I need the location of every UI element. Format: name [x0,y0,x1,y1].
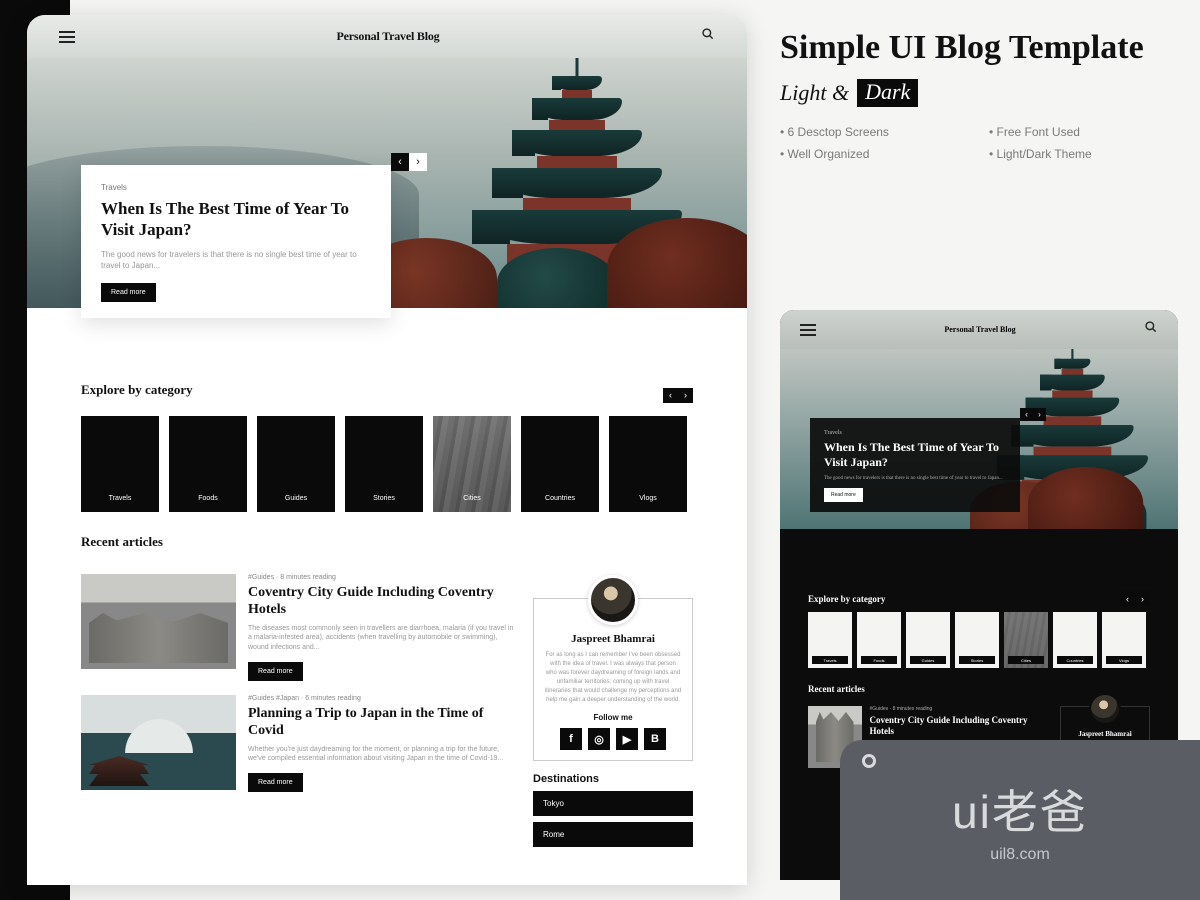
feature-item: Light/Dark Theme [989,147,1180,161]
hero-excerpt: The good news for travelers is that ther… [101,249,371,271]
hero-card: Travels When Is The Best Time of Year To… [81,165,391,318]
destination-item[interactable]: Tokyo [533,791,693,816]
article-title[interactable]: Planning a Trip to Japan in the Time of … [248,706,515,740]
hero-prev-button[interactable]: ‹ [391,153,409,171]
article-readmore-button[interactable]: Read more [248,662,303,681]
category-card-countries[interactable]: Countries [521,416,599,512]
hero-prev-button[interactable]: ‹ [1020,408,1033,421]
article-meta: #Guides #Japan · 6 minutes reading [248,695,515,702]
hero-next-button[interactable]: › [1033,408,1046,421]
article-title[interactable]: Coventry City Guide Including Coventry H… [248,585,515,619]
follow-label: Follow me [544,713,682,722]
feature-list: 6 Desctop Screens Free Font Used Well Or… [780,125,1180,161]
hero-title: When Is The Best Time of Year To Visit J… [101,198,371,241]
author-bio: For as long as I can remember I've been … [544,651,682,705]
feature-item: 6 Desctop Screens [780,125,971,139]
category-card-vlogs[interactable]: Vlogs [609,416,687,512]
hero-category: Travels [824,430,1006,436]
sidebar: Jaspreet Bhamrai For as long as I can re… [533,574,693,853]
search-icon[interactable] [1144,320,1158,339]
author-name: Jaspreet Bhamrai [1067,730,1143,738]
theme-dark-label: Dark [857,79,918,107]
explore-section: Explore by category ‹ › Travels Foods Gu… [27,368,747,512]
article-thumbnail[interactable] [81,574,236,669]
menu-icon[interactable] [59,31,75,43]
site-title: Personal Travel Blog [337,29,440,44]
article-item: #Guides #Japan · 6 minutes reading Plann… [81,695,515,792]
category-card-cities[interactable]: Cities [433,416,511,512]
hero-readmore-button[interactable]: Read more [824,488,863,502]
explore-heading: Explore by category [81,382,193,398]
recent-area: #Guides · 8 minutes reading Coventry Cit… [27,560,747,853]
article-meta: #Guides · 8 minutes reading [870,706,1050,712]
author-avatar [588,575,638,625]
category-card-guides[interactable]: Guides [257,416,335,512]
category-card-guides[interactable]: Guides [906,612,950,668]
author-name: Jaspreet Bhamrai [544,633,682,645]
header-bar: Personal Travel Blog [27,15,747,58]
feature-item: Free Font Used [989,125,1180,139]
explore-prev-button[interactable]: ‹ [1120,591,1135,606]
feature-item: Well Organized [780,147,971,161]
category-card-cities[interactable]: Cities [1004,612,1048,668]
hero-category: Travels [101,183,371,192]
article-item: #Guides · 8 minutes reading Coventry Cit… [81,574,515,681]
explore-next-button[interactable]: › [1135,591,1150,606]
youtube-icon[interactable]: ▶ [616,728,638,750]
category-card-travels[interactable]: Travels [808,612,852,668]
category-card-foods[interactable]: Foods [169,416,247,512]
article-excerpt: The diseases most commonly seen in trave… [248,624,515,653]
article-title[interactable]: Coventry City Guide Including Coventry H… [870,715,1050,737]
explore-next-button[interactable]: › [678,388,693,403]
category-card-travels[interactable]: Travels [81,416,159,512]
explore-prev-button[interactable]: ‹ [663,388,678,403]
category-card-foods[interactable]: Foods [857,612,901,668]
article-readmore-button[interactable]: Read more [248,773,303,792]
article-thumbnail[interactable] [81,695,236,790]
theme-line: Light & Dark [780,79,1180,107]
destination-item[interactable]: Rome [533,822,693,847]
article-meta: #Guides · 8 minutes reading [248,574,515,581]
hero-excerpt: The good news for travelers is that ther… [824,475,1006,482]
recent-heading-row: Recent articles [27,512,747,550]
light-preview: Personal Travel Blog ‹ › Travels When Is… [27,15,747,885]
recent-heading: Recent articles [808,684,1150,694]
watermark-logo: ui老爸 [952,776,1088,842]
dark-hero-card: Travels When Is The Best Time of Year To… [810,418,1020,512]
destinations-heading: Destinations [533,773,693,785]
watermark-badge: ui老爸 uil8.com [840,740,1200,900]
category-card-stories[interactable]: Stories [345,416,423,512]
category-card-countries[interactable]: Countries [1053,612,1097,668]
search-icon[interactable] [701,27,715,46]
category-card-stories[interactable]: Stories [955,612,999,668]
promo-title: Simple UI Blog Template [780,28,1180,67]
watermark-url: uil8.com [990,846,1050,864]
theme-light-label: Light & [780,80,849,106]
recent-heading: Recent articles [81,534,693,550]
hero-next-button[interactable]: › [409,153,427,171]
menu-icon[interactable] [800,324,816,336]
hero-title: When Is The Best Time of Year To Visit J… [824,440,1006,470]
article-excerpt: Whether you're just daydreaming for the … [248,745,515,765]
hero-readmore-button[interactable]: Read more [101,283,156,302]
behance-icon[interactable]: B [644,728,666,750]
site-title: Personal Travel Blog [944,325,1015,334]
watermark-ring-icon [862,754,876,768]
facebook-icon[interactable]: f [560,728,582,750]
dark-header: Personal Travel Blog [780,310,1178,349]
explore-heading: Explore by category [808,594,885,604]
category-card-vlogs[interactable]: Vlogs [1102,612,1146,668]
author-avatar [1089,693,1121,725]
hero-arrows: ‹ › [391,153,427,171]
instagram-icon[interactable]: ◎ [588,728,610,750]
promo-panel: Simple UI Blog Template Light & Dark 6 D… [780,28,1180,161]
dark-explore: Explore by category ‹ › Travels Foods Gu… [780,579,1178,668]
